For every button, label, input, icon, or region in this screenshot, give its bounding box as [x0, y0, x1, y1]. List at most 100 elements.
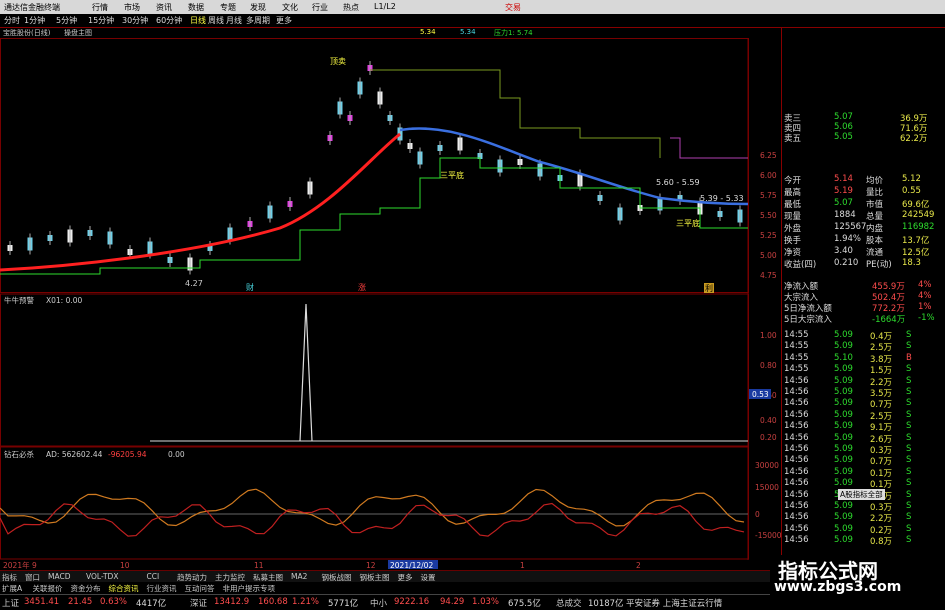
quote-panel: 卖三 5.07 36.9万 卖四 5.06 71.6万 卖五 5.05 62.2万 今开 5.14… [781, 28, 945, 594]
news-ticker[interactable]: 平安证券 上海主证云行情 [626, 597, 722, 609]
quote-field-label: 净资 [784, 248, 802, 258]
quote-field-label: 总量 [866, 212, 884, 222]
tick-side: S [906, 387, 912, 397]
period-tab[interactable]: 周线 [208, 15, 224, 26]
period-tab[interactable]: 5分钟 [56, 15, 77, 26]
info-tab[interactable]: 关联报价 [33, 583, 63, 594]
tick-side: S [906, 375, 912, 386]
indicator-tab[interactable]: MACD [48, 572, 70, 581]
tick-time: 14:56 [784, 466, 809, 477]
tick-price: 5.10 [834, 352, 853, 363]
sub2-b: -96205.94 [108, 450, 147, 459]
flow-label: 5日大宗流入 [784, 315, 832, 325]
tick-price: 5.09 [834, 364, 853, 375]
x-tick: 2 [636, 561, 641, 570]
tick-price: 5.09 [834, 501, 853, 511]
period-tab[interactable]: 多周期 [246, 15, 270, 26]
menu-item[interactable]: 发现 [250, 2, 266, 13]
tick-price: 5.09 [834, 432, 853, 443]
info-tab[interactable]: 互动问答 [185, 583, 215, 594]
quote-field-value: 242549 [902, 210, 935, 220]
flow-pct: 4% [918, 280, 932, 290]
tick-side: S [906, 455, 912, 466]
tick-side: S [906, 466, 912, 477]
quote-field-label: 收益(四) [784, 260, 817, 270]
info-tab[interactable]: 行业资讯 [147, 583, 177, 594]
period-tab[interactable]: 更多 [276, 15, 292, 26]
marker-zhang: 涨 [358, 282, 366, 292]
menu-item[interactable]: 行业 [312, 2, 328, 13]
indicator-select[interactable]: A股指标全部 [838, 489, 885, 500]
tick-price: 5.09 [834, 444, 853, 454]
info-tab[interactable]: 扩展A [2, 583, 22, 594]
tick-time: 14:56 [784, 387, 809, 397]
indicator-tab[interactable]: MA2 [291, 572, 307, 581]
tick-price: 5.09 [834, 466, 853, 477]
watermark-url: www.zbgs3.com [774, 579, 902, 595]
quote-field-label: 均价 [866, 176, 884, 186]
period-tab[interactable]: 月线 [226, 15, 242, 26]
tick-side: S [906, 512, 912, 523]
tick-volume: 0.7万 [870, 457, 893, 468]
tick-volume: 0.1万 [870, 468, 893, 479]
tick-price: 5.09 [834, 455, 853, 466]
trade-button[interactable]: 交易 [505, 2, 521, 13]
sub1-name: 牛牛预警 [4, 295, 34, 305]
indicator-name[interactable]: 操盘主图 [64, 28, 92, 38]
tick-volume: 0.3万 [870, 503, 893, 513]
chart-area[interactable]: 4.27 三平底 三平底 顶卖 5.60 - 5.59 5.39 - 5.33 … [0, 38, 781, 570]
menu-item[interactable]: 行情 [92, 2, 108, 13]
period-tab[interactable]: 60分钟 [156, 15, 182, 26]
quote-field-value: 1884 [834, 210, 856, 220]
info-tab[interactable]: 非用户提示专项 [223, 583, 276, 594]
tick-side: S [906, 432, 912, 443]
tick-time: 14:55 [784, 364, 809, 375]
sh-label: 上证 [2, 599, 20, 609]
period-tab[interactable]: 分时 [4, 15, 20, 26]
tick-side: S [906, 478, 912, 489]
sub1-panel-border [0, 293, 749, 447]
tick-time: 14:56 [784, 455, 809, 466]
sub2-tick: 0 [755, 510, 760, 519]
tick-time: 14:56 [784, 444, 809, 454]
indicator-tab[interactable]: VOL-TDX [86, 572, 118, 581]
tick-time: 14:56 [784, 523, 809, 534]
tick-side: S [906, 330, 912, 340]
sub2-tick: -15000 [755, 531, 781, 540]
price-axis: 6.25 6.00 5.75 5.50 5.25 5.00 4.75 [760, 151, 777, 280]
tick-time: 14:56 [784, 409, 809, 420]
quote-field-value: 5.19 [834, 186, 853, 196]
flow-pct: 4% [918, 291, 932, 301]
tick-time: 14:56 [784, 432, 809, 443]
tick-side: S [906, 364, 912, 375]
menu-item[interactable]: 数据 [188, 2, 204, 13]
menu-item[interactable]: 市场 [124, 2, 140, 13]
menu-item[interactable]: 文化 [282, 2, 298, 13]
quote-field-label: 量比 [866, 188, 884, 198]
info-tab[interactable]: 资金分布 [71, 583, 101, 594]
period-tab[interactable]: 15分钟 [88, 15, 114, 26]
resistance-step-line [370, 69, 661, 158]
quote-field-value: 0.210 [834, 258, 859, 268]
purple-step-line [670, 137, 748, 159]
tick-volume: 2.5万 [870, 411, 893, 422]
menu-item[interactable]: L1/L2 [374, 2, 396, 11]
period-tab[interactable]: 30分钟 [122, 15, 148, 26]
tick-side: S [906, 409, 912, 420]
menu-item[interactable]: 专题 [220, 2, 236, 13]
x-tick: 10 [120, 561, 130, 570]
quote-field-label: 外盘 [784, 224, 802, 234]
tick-price: 5.09 [834, 330, 853, 340]
tick-volume: 0.3万 [870, 446, 893, 456]
ding-label: 顶卖 [330, 57, 346, 66]
menu-item[interactable]: 资讯 [156, 2, 172, 13]
period-tab[interactable]: 1分钟 [24, 15, 45, 26]
tick-side: S [906, 341, 912, 352]
menu-item[interactable]: 热点 [343, 2, 359, 13]
tick-side: S [906, 523, 912, 534]
tick-side: S [906, 501, 912, 511]
period-tab-active[interactable]: 日线 [190, 15, 206, 26]
indicator-tab[interactable]: CCI [147, 572, 160, 581]
info-tab[interactable]: 综合资讯 [109, 583, 139, 594]
market-status-bar: 上证 3451.41 21.45 0.63% 4417亿 深证 13412.9 … [0, 594, 945, 610]
